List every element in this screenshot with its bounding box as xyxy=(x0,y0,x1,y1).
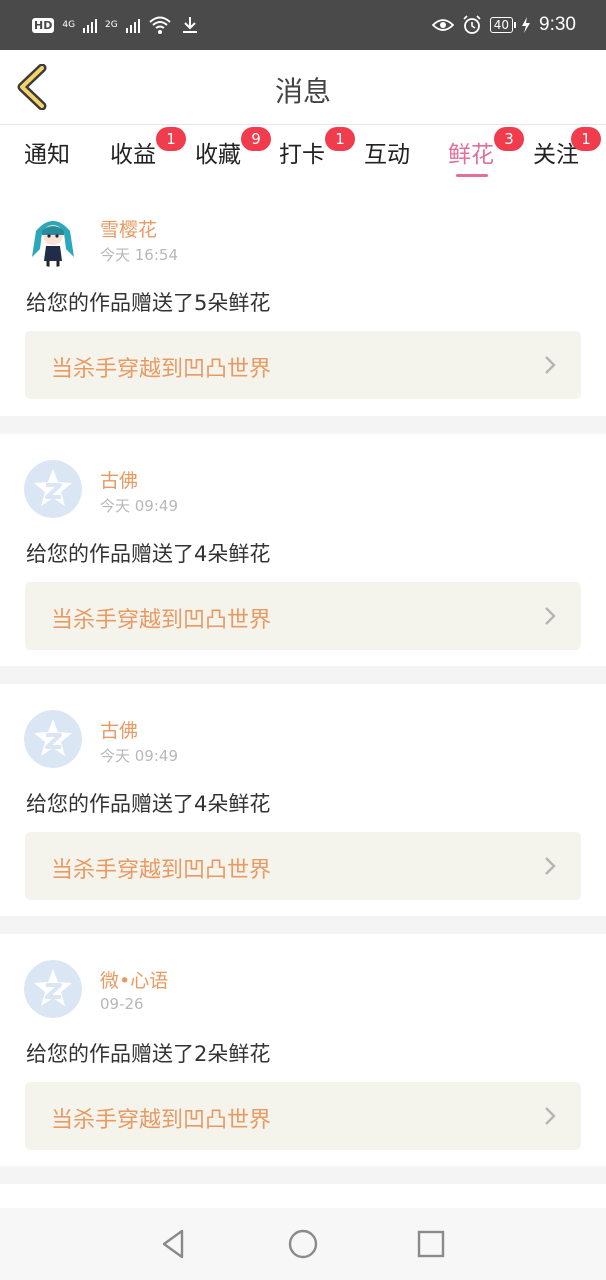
message-time: 今天 09:49 xyxy=(100,747,178,765)
hd-badge: HD xyxy=(32,17,55,33)
wifi-icon xyxy=(149,16,171,34)
message-text: 给您的作品赠送了5朵鲜花 xyxy=(26,291,271,315)
message-text: 给您的作品赠送了4朵鲜花 xyxy=(26,792,271,816)
work-link[interactable]: 当杀手穿越到凹凸世界 xyxy=(25,832,581,900)
signal-icon xyxy=(83,17,98,33)
tab-bar: 通知 收益 1 收藏 9 打卡 1 互动 鲜花 3 关注 1 xyxy=(0,125,606,183)
avatar[interactable] xyxy=(24,460,82,518)
work-title: 当杀手穿越到凹凸世界 xyxy=(51,1108,272,1133)
avatar[interactable] xyxy=(24,209,82,267)
status-left: HD 4G 2G xyxy=(32,12,200,38)
divider xyxy=(0,916,606,934)
work-title: 当杀手穿越到凹凸世界 xyxy=(51,858,272,883)
system-nav-bar xyxy=(0,1208,606,1280)
tab-interaction[interactable]: 互动 xyxy=(364,135,410,181)
home-nav-button[interactable] xyxy=(285,1226,321,1262)
message-time: 今天 16:54 xyxy=(100,246,178,264)
sender-name[interactable]: 古佛 xyxy=(100,466,138,493)
list-item: 古佛 今天 09:49 给您的作品赠送了4朵鲜花 当杀手穿越到凹凸世界 xyxy=(0,434,606,666)
circle-home-icon xyxy=(288,1229,318,1259)
charging-icon xyxy=(522,17,531,33)
square-recents-icon xyxy=(417,1230,445,1258)
sender-name[interactable]: 雪樱花 xyxy=(100,215,157,242)
list-item: 微•心语 09-26 给您的作品赠送了2朵鲜花 当杀手穿越到凹凸世界 xyxy=(0,934,606,1166)
tab-flowers[interactable]: 鲜花 3 xyxy=(448,127,524,181)
avatar[interactable] xyxy=(24,710,82,768)
tab-label: 打卡 xyxy=(279,142,325,168)
unread-badge: 9 xyxy=(241,127,271,151)
sender-name[interactable]: 微•心语 xyxy=(100,966,168,993)
tab-checkin[interactable]: 打卡 1 xyxy=(279,127,355,181)
message-time: 09-26 xyxy=(100,995,144,1013)
chevron-right-icon xyxy=(545,1107,556,1125)
unread-badge: 1 xyxy=(156,127,186,151)
clock: 9:30 xyxy=(539,14,576,35)
tab-label: 互动 xyxy=(364,142,410,168)
alarm-icon xyxy=(463,15,481,34)
network-type-1: 4G xyxy=(62,19,76,30)
tab-follow[interactable]: 关注 1 xyxy=(533,127,601,181)
download-icon xyxy=(182,17,197,33)
work-link[interactable]: 当杀手穿越到凹凸世界 xyxy=(25,1082,581,1150)
tab-label: 收益 xyxy=(110,142,156,168)
avatar[interactable] xyxy=(24,960,82,1018)
tab-label: 通知 xyxy=(24,142,70,168)
tab-notifications[interactable]: 通知 xyxy=(24,135,70,181)
work-title: 当杀手穿越到凹凸世界 xyxy=(51,357,272,382)
header: 消息 xyxy=(0,50,606,125)
tab-label: 鲜花 xyxy=(448,142,494,168)
tab-label: 收藏 xyxy=(195,142,241,168)
network-type-2: 2G xyxy=(105,19,118,30)
list-item: 雪樱花 今天 16:54 给您的作品赠送了5朵鲜花 当杀手穿越到凹凸世界 xyxy=(0,183,606,416)
default-avatar-icon xyxy=(24,960,82,1018)
chevron-right-icon xyxy=(545,607,556,625)
battery-icon: 40 xyxy=(489,17,517,33)
chevron-right-icon xyxy=(545,356,556,374)
active-tab-indicator xyxy=(456,174,488,177)
back-nav-button[interactable] xyxy=(156,1226,192,1262)
work-link[interactable]: 当杀手穿越到凹凸世界 xyxy=(25,582,581,650)
message-time: 今天 09:49 xyxy=(100,497,178,515)
divider xyxy=(0,416,606,434)
eye-icon xyxy=(431,19,454,31)
tab-favorites[interactable]: 收藏 9 xyxy=(195,127,271,181)
message-text: 给您的作品赠送了2朵鲜花 xyxy=(26,1042,271,1066)
divider xyxy=(0,1166,606,1184)
status-bar: HD 4G 2G 40 9:30 xyxy=(0,0,606,50)
anime-avatar-icon xyxy=(24,209,82,267)
default-avatar-icon xyxy=(24,460,82,518)
signal-icon-2 xyxy=(125,17,140,33)
list-item: 古佛 今天 09:49 给您的作品赠送了4朵鲜花 当杀手穿越到凹凸世界 xyxy=(0,684,606,916)
default-avatar-icon xyxy=(24,710,82,768)
message-text: 给您的作品赠送了4朵鲜花 xyxy=(26,542,271,566)
work-link[interactable]: 当杀手穿越到凹凸世界 xyxy=(25,331,581,399)
unread-badge: 1 xyxy=(325,127,355,151)
unread-badge: 1 xyxy=(571,127,601,151)
chevron-right-icon xyxy=(545,857,556,875)
tab-earnings[interactable]: 收益 1 xyxy=(110,127,186,181)
unread-badge: 3 xyxy=(494,127,524,151)
sender-name[interactable]: 古佛 xyxy=(100,716,138,743)
page-title: 消息 xyxy=(274,75,331,108)
triangle-back-icon xyxy=(162,1229,184,1259)
recents-nav-button[interactable] xyxy=(413,1226,449,1262)
divider xyxy=(0,666,606,684)
status-right: 40 9:30 xyxy=(431,12,576,38)
work-title: 当杀手穿越到凹凸世界 xyxy=(51,608,272,633)
